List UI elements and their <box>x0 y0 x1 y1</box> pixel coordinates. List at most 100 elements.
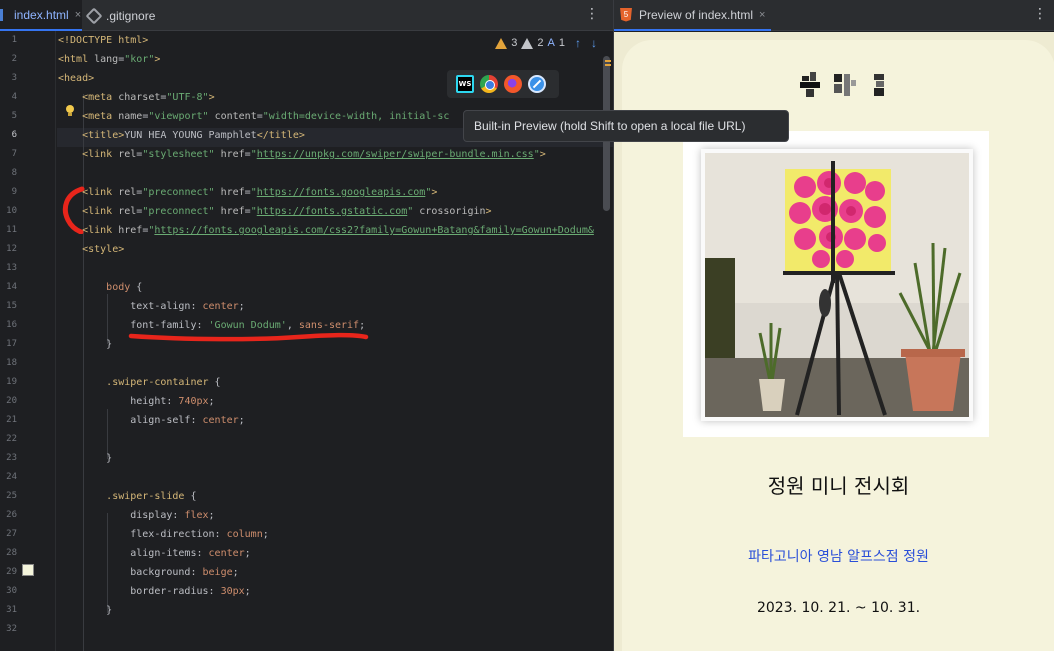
more-options-icon[interactable]: ⋮ <box>585 6 599 22</box>
code-token: href <box>214 149 245 160</box>
code-token: body <box>106 282 131 293</box>
line-number: 21 <box>6 415 17 425</box>
code-token: } <box>106 453 113 464</box>
code-token: "viewport" <box>148 111 209 122</box>
line-number-current: 6 <box>11 130 17 140</box>
code-url[interactable]: https://unpkg.com/swiper/swiper-bundle.m… <box>257 149 534 160</box>
next-problem-icon[interactable]: ↓ <box>591 36 597 50</box>
code-token: <style> <box>82 244 125 255</box>
code-token: "stylesheet" <box>142 149 215 160</box>
line-number: 28 <box>6 548 17 558</box>
color-swatch-icon[interactable] <box>22 564 34 576</box>
inspection-widget[interactable]: 3 2 A1 ↑ ↓ <box>491 34 601 52</box>
code-token: rel <box>118 149 137 160</box>
code-token: height <box>130 396 167 407</box>
code-url[interactable]: https://fonts.googleapis.com <box>257 187 426 198</box>
firefox-icon[interactable] <box>504 75 522 93</box>
line-number: 30 <box>6 586 17 596</box>
line-number: 23 <box>6 453 17 463</box>
code-line: text-align: center; <box>130 301 245 312</box>
line-number: 27 <box>6 529 17 539</box>
line-number: 9 <box>11 187 17 197</box>
code-token: flex <box>184 510 209 521</box>
code-token: <link <box>82 149 119 160</box>
code-token: column <box>226 529 263 540</box>
code-token: <html <box>58 54 95 65</box>
code-url[interactable]: https://fonts.googleapis.com/css2?family… <box>154 225 594 236</box>
code-token: crossorigin <box>413 206 486 217</box>
tab-gitignore[interactable]: .gitignore <box>85 0 156 31</box>
code-token: .swiper-slide <box>106 491 185 502</box>
code-token: content <box>208 111 257 122</box>
code-token: href <box>214 187 245 198</box>
line-number: 8 <box>11 168 17 178</box>
previous-problem-icon[interactable]: ↑ <box>575 36 581 50</box>
code-line: <link rel="stylesheet" href="https://unp… <box>82 149 546 160</box>
close-icon[interactable]: × <box>759 9 765 21</box>
git-icon <box>85 7 103 24</box>
webstorm-icon[interactable]: WS <box>456 75 474 93</box>
tab-label: index.html <box>14 7 69 22</box>
code-line: align-items: center; <box>130 548 251 559</box>
code-line: border-radius: 30px; <box>130 586 251 597</box>
close-icon[interactable]: × <box>75 9 81 21</box>
code-token: } <box>106 339 113 350</box>
more-options-icon[interactable]: ⋮ <box>1033 6 1047 22</box>
code-token: { <box>130 282 143 293</box>
code-token: rel <box>118 187 137 198</box>
line-number: 29 <box>6 567 17 577</box>
weak-warning-count: 2 <box>537 37 544 49</box>
line-number: 18 <box>6 358 17 368</box>
tab-index-html[interactable]: index.html × <box>0 0 82 31</box>
line-number: 11 <box>6 225 17 235</box>
line-number: 25 <box>6 491 17 501</box>
location-link[interactable]: 파타고니아 영남 알프스점 정원 <box>622 546 1054 566</box>
chrome-icon[interactable] <box>480 75 498 93</box>
code-url[interactable]: https://fonts.gstatic.com <box>257 206 408 217</box>
line-number: 19 <box>6 377 17 387</box>
typo-icon: A <box>547 37 555 49</box>
line-number: 15 <box>6 301 17 311</box>
code-line: } <box>58 449 112 468</box>
code-token: href <box>118 225 143 236</box>
code-token: <head> <box>58 73 95 84</box>
red-annotation-bracket <box>62 186 85 234</box>
safari-icon[interactable] <box>528 75 546 93</box>
code-token: <meta <box>82 92 119 103</box>
code-line-current: <title>YUN HEA YOUNG Pamphlet</title> <box>58 126 305 145</box>
code-token: charset <box>118 92 161 103</box>
line-number: 26 <box>6 510 17 520</box>
typo-count: 1 <box>558 37 565 49</box>
code-line: <meta name="viewport" content="width=dev… <box>82 111 450 122</box>
tab-label: .gitignore <box>106 8 156 23</box>
code-line: <link rel="preconnect" href="https://fon… <box>82 206 492 217</box>
line-number-gutter[interactable]: 1 2 3 4 5 6 7 8 9 10 11 12 13 14 15 16 1… <box>0 31 56 651</box>
code-token: > <box>539 149 546 160</box>
code-token: background <box>130 567 191 578</box>
easel-painting-photo <box>705 153 969 417</box>
code-line: <link rel="preconnect" href="https://fon… <box>82 187 438 198</box>
line-number: 14 <box>6 282 17 292</box>
line-number: 17 <box>6 339 17 349</box>
exhibition-date: 2023. 10. 21. ~ 10. 31. <box>756 600 921 616</box>
code-token: <meta <box>82 111 119 122</box>
code-token: rel <box>118 206 137 217</box>
weak-warning-icon <box>521 37 534 49</box>
code-token: > <box>431 187 438 198</box>
code-line: align-self: center; <box>130 415 245 426</box>
code-line: } <box>58 335 112 354</box>
code-token: border-radius <box>130 586 209 597</box>
line-number: 3 <box>11 73 17 83</box>
code-line: flex-direction: column; <box>130 529 269 540</box>
frame-mat <box>701 149 973 421</box>
code-token: href <box>214 206 245 217</box>
tab-preview[interactable]: 5 Preview of index.html × <box>614 0 772 31</box>
preview-pane[interactable]: 5 Preview of index.html × ⋮ 정원 미니 전시회 파타… <box>613 0 1054 651</box>
line-number: 1 <box>11 35 17 45</box>
photo-frame <box>683 131 989 437</box>
line-number: 22 <box>6 434 17 444</box>
code-editor[interactable]: index.html × .gitignore ⋮ 1 2 3 4 5 6 7 … <box>0 0 789 651</box>
code-token: { <box>208 377 221 388</box>
code-token: align-self <box>130 415 191 426</box>
line-number: 20 <box>6 396 17 406</box>
